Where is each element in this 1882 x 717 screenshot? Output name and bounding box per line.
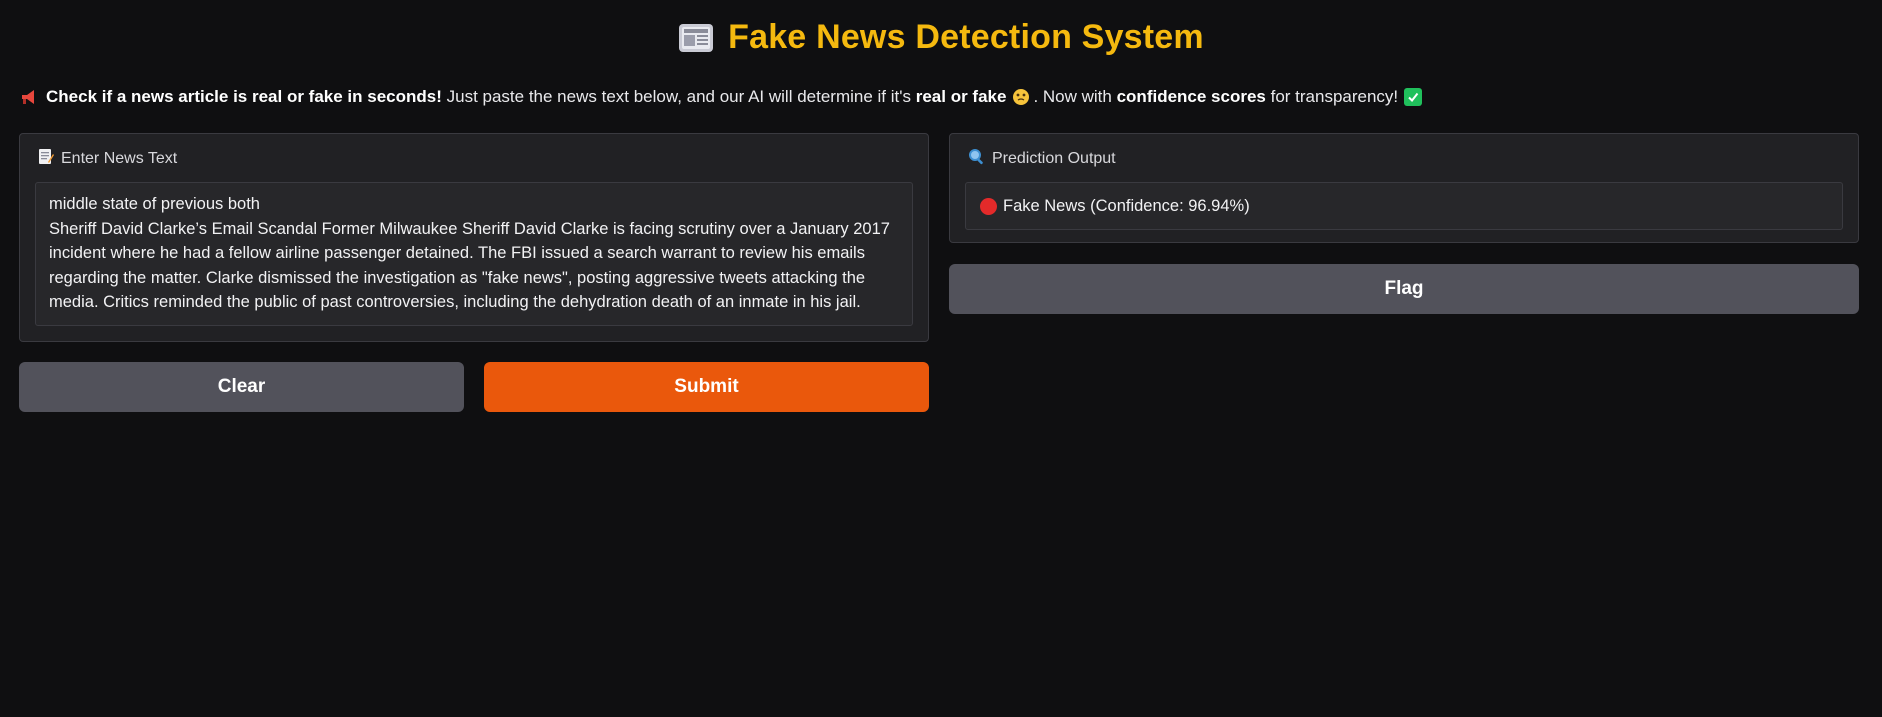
input-panel-label: Enter News Text	[61, 150, 178, 167]
output-panel: Prediction Output Fake News (Confidence:…	[949, 133, 1859, 243]
description-bold-2: real or fake	[915, 87, 1007, 106]
input-panel: Enter News Text middle state of previous…	[19, 133, 929, 342]
news-text-input[interactable]: middle state of previous both Sheriff Da…	[35, 182, 913, 326]
memo-icon	[38, 148, 54, 170]
description: Check if a news article is real or fake …	[20, 87, 1423, 107]
prediction-result-text: Fake News (Confidence: 96.94%)	[1003, 196, 1250, 215]
description-lead: Check if a news article is real or fake …	[46, 87, 442, 106]
red-circle-icon	[980, 197, 997, 215]
output-panel-header: Prediction Output	[968, 148, 1116, 170]
megaphone-icon	[20, 88, 38, 106]
header: Fake News Detection System	[0, 18, 1882, 57]
description-text-5: for transparency!	[1265, 87, 1399, 106]
thinking-face-icon	[1012, 88, 1030, 106]
check-mark-icon	[1404, 88, 1423, 106]
input-panel-header: Enter News Text	[38, 148, 177, 170]
submit-button[interactable]: Submit	[484, 362, 929, 412]
page-title: Fake News Detection System	[728, 18, 1204, 56]
description-bold-4: confidence scores	[1116, 87, 1266, 106]
app-page: Fake News Detection System Check if a ne…	[0, 0, 1882, 717]
magnifier-icon	[968, 148, 985, 170]
description-text-3: . Now with	[1033, 87, 1117, 106]
clear-button[interactable]: Clear	[19, 362, 464, 412]
description-text-1: Just paste the news text below, and our …	[441, 87, 916, 106]
output-panel-label: Prediction Output	[992, 150, 1116, 167]
flag-button[interactable]: Flag	[949, 264, 1859, 314]
prediction-result: Fake News (Confidence: 96.94%)	[965, 182, 1843, 230]
newspaper-icon	[678, 22, 714, 54]
